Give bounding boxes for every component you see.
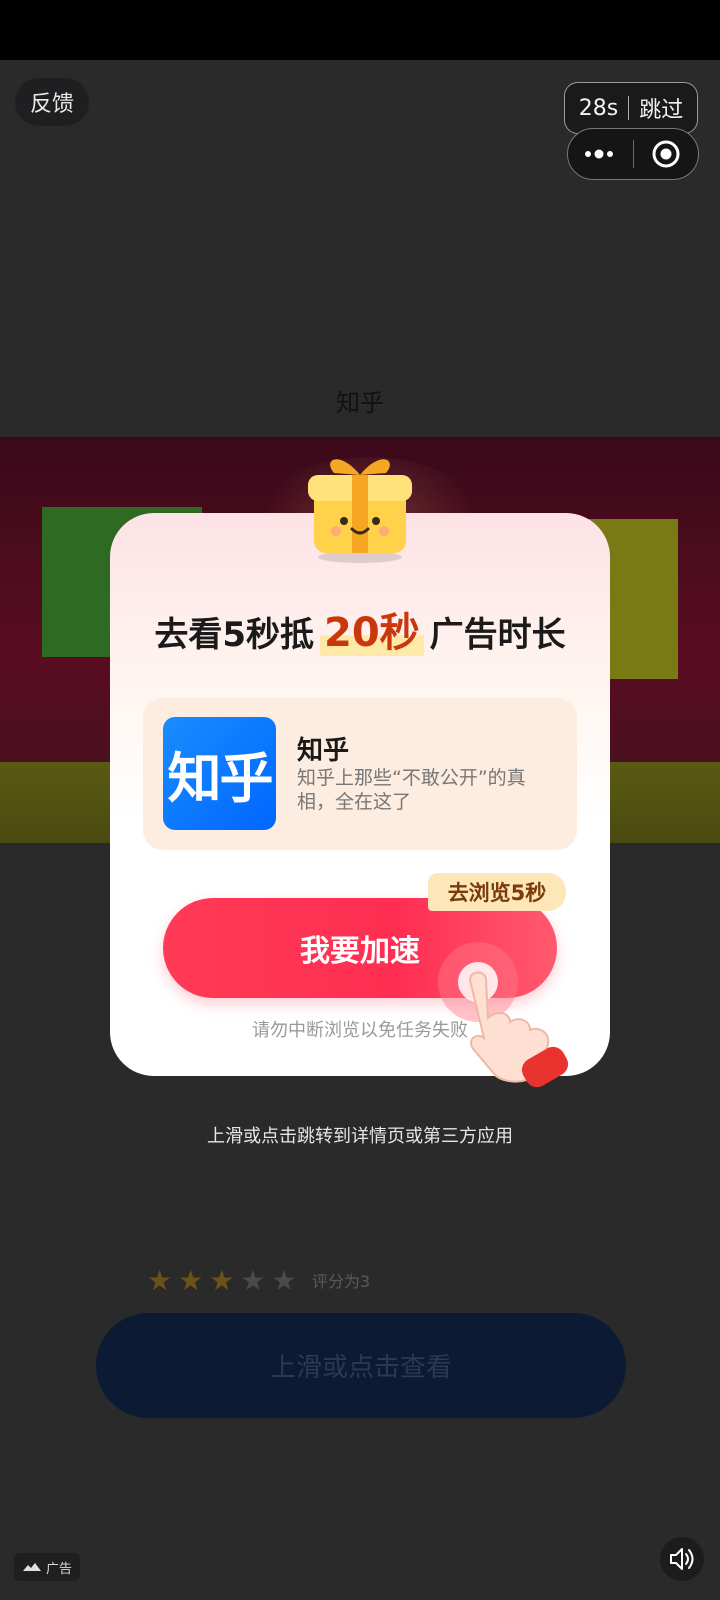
skip-label: 跳过 <box>639 98 684 123</box>
miniprogram-capsule <box>567 128 699 180</box>
skip-countdown-button[interactable]: 28s 跳过 <box>564 82 698 134</box>
brand-name: 知乎 <box>336 389 384 417</box>
pointing-hand-icon <box>438 942 569 1088</box>
sound-toggle-button[interactable] <box>660 1537 704 1581</box>
close-miniprogram-button[interactable] <box>634 129 699 179</box>
rating-stars: ★ ★ ★ ★ ★ <box>147 1266 297 1296</box>
app-name: 知乎 <box>297 736 350 766</box>
rating-text: 评分为3 <box>312 1272 371 1291</box>
title-suffix: 广告时长 <box>429 615 566 655</box>
target-close-icon <box>652 140 680 168</box>
ad-label-text: 广告 <box>46 1561 73 1577</box>
star-icon: ★ <box>147 1264 173 1297</box>
browse-tag: 去浏览5秒 <box>428 873 566 911</box>
gift-box-icon <box>308 459 412 563</box>
dialog-title: 去看5秒抵 20秒 广告时长 <box>110 600 610 658</box>
countdown-text: 28s <box>578 95 619 121</box>
more-button[interactable] <box>568 129 633 179</box>
title-prefix: 去看5秒抵 <box>154 615 314 655</box>
more-dots-icon <box>585 149 614 159</box>
app-description: 知乎上那些“不敢公开”的真相，全在这了 <box>297 767 526 813</box>
ad-logo-icon <box>23 1563 41 1571</box>
star-empty-icon: ★ <box>240 1264 266 1297</box>
ad-label: 广告 <box>14 1553 81 1581</box>
title-highlight: 20秒 <box>320 610 424 656</box>
feedback-button[interactable]: 反馈 <box>15 78 89 126</box>
star-empty-icon: ★ <box>271 1264 297 1297</box>
view-button[interactable]: 上滑或点击查看 <box>96 1313 626 1418</box>
star-icon: ★ <box>178 1264 204 1297</box>
status-bar <box>0 0 720 60</box>
star-icon: ★ <box>209 1264 235 1297</box>
speaker-icon <box>670 1548 694 1570</box>
divider <box>628 96 630 120</box>
jump-hint-text: 上滑或点击跳转到详情页或第三方应用 <box>207 1126 513 1147</box>
zhihu-app-icon: 知乎 <box>163 717 276 830</box>
